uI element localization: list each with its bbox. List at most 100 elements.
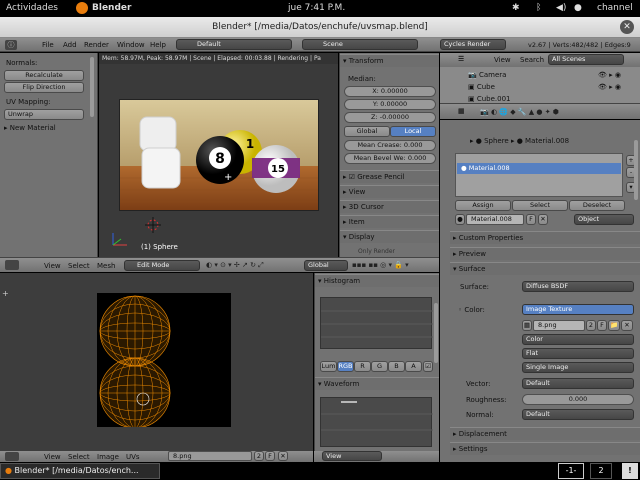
unlink-material-button[interactable]: ✕ xyxy=(538,214,548,225)
accessibility-icon[interactable]: ✱ xyxy=(512,3,520,13)
layer-buttons[interactable]: ▪▪▪ ▪▪ ◎ ▾ 🔒 ▾ xyxy=(352,261,409,269)
render-engine-select[interactable]: Cycles Render xyxy=(440,39,506,50)
activities-button[interactable]: Actividades xyxy=(6,3,58,13)
assign-button[interactable]: Assign xyxy=(455,200,511,211)
uv-toolshelf-toggle-icon[interactable]: + xyxy=(2,289,9,298)
visibility-eye-icon[interactable]: 👁 ▸ ◉ xyxy=(598,83,621,91)
scopes-scrollbar[interactable] xyxy=(434,303,438,363)
uv-menu-select[interactable]: Select xyxy=(68,453,90,461)
outliner-display-mode-select[interactable]: All Scenes xyxy=(548,54,624,65)
outliner-editor-icon[interactable]: ☰ xyxy=(458,55,468,65)
color-input-select[interactable]: Image Texture xyxy=(522,304,634,315)
3d-menu-mesh[interactable]: Mesh xyxy=(97,262,115,270)
close-window-button[interactable]: ✕ xyxy=(620,20,634,34)
grease-pencil-panel-header[interactable]: ▸ ☑ Grease Pencil xyxy=(340,170,439,183)
workspace-1-button[interactable]: -1- xyxy=(558,463,584,479)
fake-user-button[interactable]: F xyxy=(526,214,536,225)
notification-button[interactable]: ! xyxy=(622,463,638,479)
histogram-mode-rgb[interactable]: RGB xyxy=(337,361,354,372)
unlink-image-button[interactable]: ✕ xyxy=(621,320,633,331)
image-users-count[interactable]: 2 xyxy=(586,320,596,331)
displacement-header[interactable]: ▸ Displacement xyxy=(450,427,640,440)
mean-bevel-weight-field[interactable]: Mean Bevel We: 0.000 xyxy=(344,153,436,164)
histogram-mode-b[interactable]: B xyxy=(388,361,405,372)
outliner-row-cube001[interactable]: ▣ Cube.001 xyxy=(468,95,511,103)
uv-unlink-image-button[interactable]: ✕ xyxy=(278,451,288,461)
taskbar-blender-window[interactable]: ● Blender* [/media/Datos/ench... xyxy=(0,463,160,479)
material-name-field[interactable]: Material.008 xyxy=(466,214,524,225)
uv-editor-type-icon[interactable] xyxy=(5,452,19,461)
3d-cursor-panel-header[interactable]: ▸ 3D Cursor xyxy=(340,200,439,213)
uv-image-users[interactable]: 2 xyxy=(254,451,264,461)
3d-view-editor-icon[interactable] xyxy=(5,260,19,270)
new-material-panel[interactable]: ▸ New Material xyxy=(4,124,56,132)
menu-window[interactable]: Window xyxy=(117,41,145,49)
scopes-view-select[interactable]: View xyxy=(322,451,382,461)
uv-menu-uvs[interactable]: UVs xyxy=(126,453,140,461)
properties-scrollbar[interactable] xyxy=(634,140,638,200)
bluetooth-icon[interactable]: ᛒ xyxy=(536,3,541,13)
scene-select[interactable]: Scene xyxy=(302,39,418,50)
uv-image-fake-user[interactable]: F xyxy=(265,451,275,461)
deselect-button[interactable]: Deselect xyxy=(569,200,625,211)
3d-cursor-icon[interactable] xyxy=(145,217,161,233)
normal-input-select[interactable]: Default xyxy=(522,409,634,420)
median-y-field[interactable]: Y: 0.00000 xyxy=(344,99,436,110)
global-toggle[interactable]: Global xyxy=(344,126,390,137)
view-panel-header[interactable]: ▸ View xyxy=(340,185,439,198)
surface-header[interactable]: ▾ Surface xyxy=(450,262,640,275)
local-toggle[interactable]: Local xyxy=(390,126,436,137)
median-x-field[interactable]: X: 0.00000 xyxy=(344,86,436,97)
histogram-header[interactable]: ▾ Histogram xyxy=(315,274,439,287)
image-name-field[interactable]: 8.png xyxy=(533,320,585,331)
menu-help[interactable]: Help xyxy=(150,41,166,49)
toolshelf-scrollbar[interactable] xyxy=(90,57,94,117)
user-icon[interactable]: ● xyxy=(574,3,582,13)
outliner-row-cube[interactable]: ▣ Cube xyxy=(468,83,495,91)
transform-panel-header[interactable]: ▾ Transform xyxy=(340,54,439,67)
browse-material-button[interactable]: ● xyxy=(455,214,465,225)
shading-pivot-icons[interactable]: ◐ ▾ ⊙ ▾ ✢ ↗ ↻ ⤢ xyxy=(206,261,264,270)
custom-properties-header[interactable]: ▸ Custom Properties xyxy=(450,231,640,244)
visibility-eye-icon[interactable]: 👁 ▸ ◉ xyxy=(598,71,621,79)
roughness-field[interactable]: 0.000 xyxy=(522,394,634,405)
property-tabs[interactable]: 📷 ◐ 🌐 ◆ 🔧 ▲ ● ✦ ⬢ xyxy=(480,108,559,116)
histogram-mode-r[interactable]: R xyxy=(354,361,371,372)
info-editor-icon[interactable]: ⓘ xyxy=(5,40,17,50)
uv-menu-image[interactable]: Image xyxy=(97,453,119,461)
clock[interactable]: jue 7:41 P.M. xyxy=(288,3,345,13)
3d-menu-view[interactable]: View xyxy=(44,262,61,270)
histogram-mode-g[interactable]: G xyxy=(371,361,388,372)
uv-image-name-field[interactable]: 8.png xyxy=(168,451,252,461)
image-fake-user-button[interactable]: F xyxy=(597,320,607,331)
preview-header[interactable]: ▸ Preview xyxy=(450,247,640,260)
only-render-checkbox[interactable]: Only Render xyxy=(358,248,395,255)
unwrap-button[interactable]: Unwrap xyxy=(4,109,84,120)
outliner-menu-view[interactable]: View xyxy=(494,56,511,64)
image-source-select[interactable]: Single Image xyxy=(522,362,634,373)
uv-image-editor[interactable]: + xyxy=(0,273,313,451)
interaction-mode-select[interactable]: Edit Mode xyxy=(124,260,200,271)
display-panel-header[interactable]: ▾ Display xyxy=(340,230,439,243)
material-link-select[interactable]: Object xyxy=(574,214,634,225)
projection-select[interactable]: Flat xyxy=(522,348,634,359)
item-panel-header[interactable]: ▸ Item xyxy=(340,215,439,228)
histogram-mode-luma[interactable]: Lum xyxy=(320,361,337,372)
screen-layout-select[interactable]: Default xyxy=(176,39,292,50)
outliner-row-camera[interactable]: 📷 Camera xyxy=(468,71,506,79)
volume-icon[interactable]: ◀) xyxy=(556,3,566,13)
select-button[interactable]: Select xyxy=(512,200,568,211)
properties-editor-icon[interactable]: ▦ xyxy=(458,107,465,115)
waveform-header[interactable]: ▾ Waveform xyxy=(315,377,439,390)
user-name[interactable]: channel xyxy=(597,3,633,13)
vector-input-select[interactable]: Default xyxy=(522,378,634,389)
uv-menu-view[interactable]: View xyxy=(44,453,61,461)
surface-shader-select[interactable]: Diffuse BSDF xyxy=(522,281,634,292)
material-slot-list[interactable]: ● Material.008 xyxy=(455,153,623,197)
recalculate-button[interactable]: Recalculate xyxy=(4,70,84,81)
workspace-2-button[interactable]: 2 xyxy=(590,463,612,479)
3d-viewport[interactable]: Mem: 58.97M, Peak: 58.97M | Scene | Elap… xyxy=(99,53,338,257)
transform-orientation-select[interactable]: Global xyxy=(304,260,348,271)
histogram-lines-toggle[interactable]: ☑ xyxy=(423,361,433,372)
color-space-select[interactable]: Color xyxy=(522,334,634,345)
